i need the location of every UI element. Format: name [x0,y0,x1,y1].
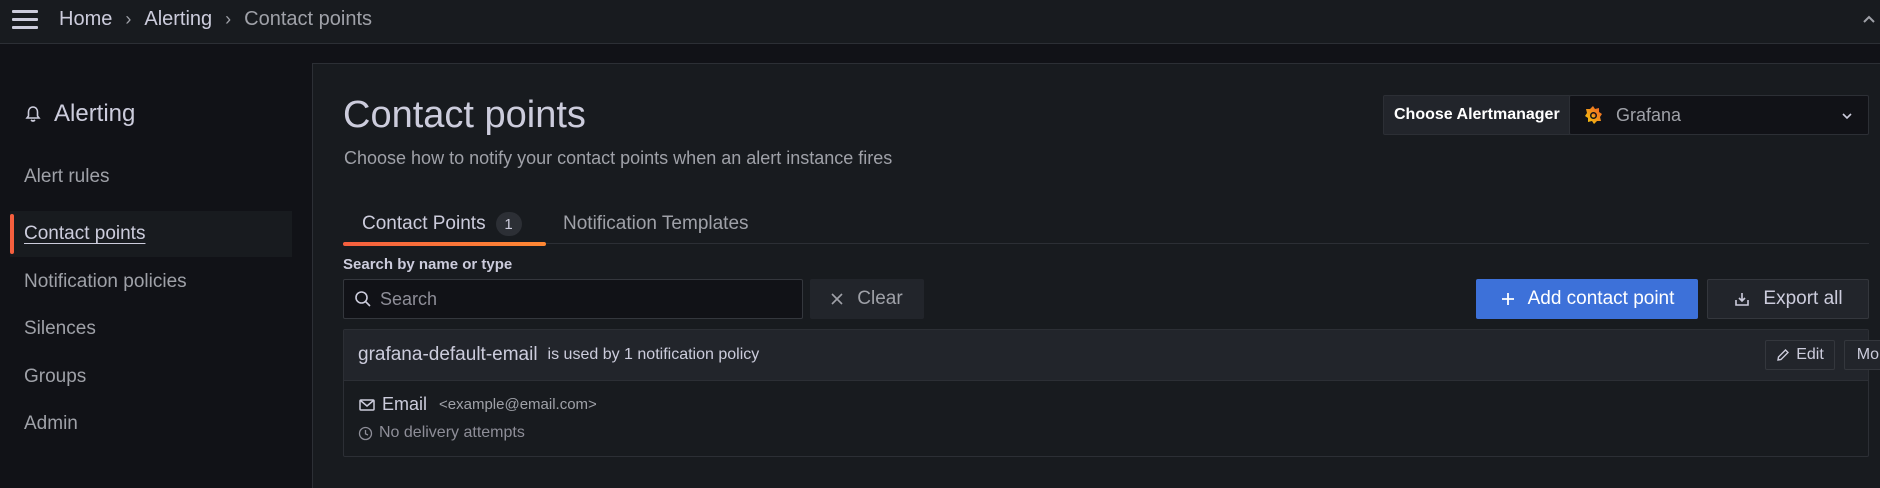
usage-prefix: is used by [547,346,620,363]
sidebar-item-alert-rules[interactable]: Alert rules [10,154,292,200]
contact-point-header: grafana-default-email is used by 1 notif… [344,330,1868,381]
more-label: More [1856,346,1880,363]
pen-icon [1777,349,1790,361]
sidebar-item-admin[interactable]: Admin [10,401,292,447]
more-button[interactable]: More [1844,340,1880,370]
plus-icon [1501,293,1514,305]
tab-label: Notification Templates [563,213,749,234]
export-all-label: Export all [1763,288,1843,309]
sidebar-item-label: Silences [24,318,96,339]
sidebar-title-label: Alerting [54,100,136,127]
breadcrumb: Home › Alerting › Contact points [59,8,372,31]
clear-button[interactable]: Clear [810,279,924,319]
sidebar-item-notification-policies[interactable]: Notification policies [10,259,292,305]
sidebar-title: Alerting [24,100,135,128]
close-icon [831,293,843,305]
page-subtitle: Choose how to notify your contact points… [344,148,893,168]
usage-count: 1 [624,346,633,363]
breadcrumb-separator: › [125,9,132,29]
sidebar-item-contact-points[interactable]: Contact points [10,211,292,257]
search-input[interactable] [380,280,802,318]
search-field[interactable] [343,279,803,319]
sidebar-item-label: Notification policies [24,271,187,292]
chevron-down-icon [1842,113,1852,120]
breadcrumb-home[interactable]: Home [59,8,112,31]
delivery-status-label: No delivery attempts [379,424,525,441]
edit-label: Edit [1796,346,1824,363]
sidebar-item-label: Contact points [24,223,146,244]
alertmanager-label: Choose Alertmanager [1383,95,1571,135]
integration-address: <example@email.com> [439,396,597,413]
tab-counter-badge: 1 [495,212,522,236]
grafana-logo-icon [1585,106,1602,124]
tabs: Contact Points 1 Notification Templates [343,204,1869,246]
envelope-icon [359,398,375,411]
tab-notification-templates[interactable]: Notification Templates [563,204,749,244]
add-contact-point-button[interactable]: Add contact point [1476,279,1698,319]
search-label: Search by name or type [343,256,513,273]
clock-icon [358,426,373,440]
sidebar-item-label: Alert rules [24,166,110,187]
integration-row: Email <example@email.com> [358,394,597,415]
bell-icon [25,106,41,122]
alertmanager-value: Grafana [1616,104,1682,125]
integration-type: Email [382,394,428,414]
breadcrumb-contact-points: Contact points [244,8,373,30]
clear-label: Clear [857,288,903,309]
sidebar-item-groups[interactable]: Groups [10,354,292,400]
contact-point-name: grafana-default-email [358,344,538,365]
breadcrumb-alerting[interactable]: Alerting [144,8,212,31]
top-bar: Home › Alerting › Contact points [0,0,1880,44]
chevron-up-icon[interactable] [1862,14,1876,24]
alertmanager-select[interactable]: Grafana [1569,95,1869,135]
sidebar-item-label: Groups [24,366,87,387]
export-all-button[interactable]: Export all [1707,279,1869,319]
tab-contact-points[interactable]: Contact Points 1 [343,204,546,246]
contact-point-usage: is used by 1 notification policy [548,346,760,364]
delivery-status: No delivery attempts [358,424,525,442]
sidebar-item-label: Admin [24,413,78,434]
download-icon [1735,293,1750,306]
sidebar: Alerting Alert rules Contact points Noti… [0,44,312,488]
add-contact-point-label: Add contact point [1527,288,1675,309]
contact-point-card: grafana-default-email is used by 1 notif… [343,329,1880,457]
hamburger-icon[interactable] [12,10,38,30]
page-title: Contact points [343,94,586,136]
tab-label: Contact Points [362,213,486,234]
search-icon [355,291,371,307]
sidebar-item-silences[interactable]: Silences [10,306,292,352]
usage-suffix: notification policy [637,346,760,363]
main-panel: Contact points Choose how to notify your… [312,63,1880,488]
breadcrumb-separator: › [225,9,232,29]
edit-button[interactable]: Edit [1765,340,1835,370]
